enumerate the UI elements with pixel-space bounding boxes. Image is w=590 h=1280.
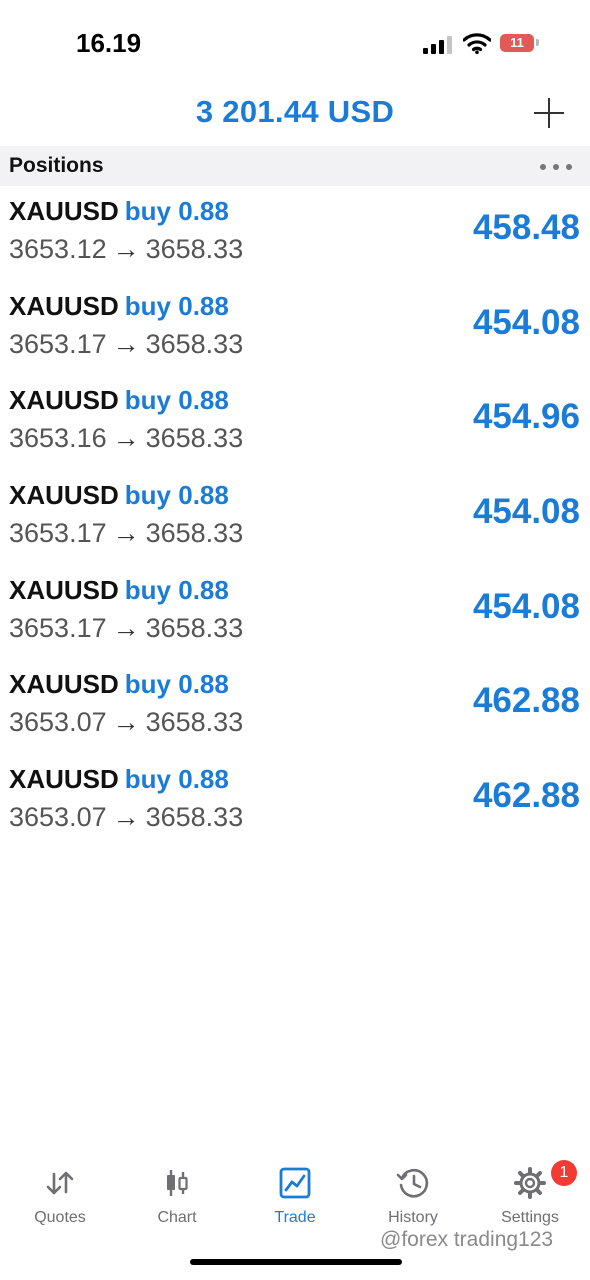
position-profit: 454.08 (472, 492, 580, 532)
open-price: 3653.07 (9, 707, 107, 738)
position-profit: 454.08 (472, 302, 580, 342)
wifi-icon (463, 33, 491, 54)
position-row[interactable]: XAUUSD buy 0.88 3653.17 → 3658.33 454.08 (0, 470, 590, 565)
position-type-volume: buy 0.88 (124, 290, 229, 321)
open-price: 3653.17 (9, 612, 107, 643)
position-symbol: XAUUSD (9, 480, 119, 511)
position-profit: 458.48 (472, 208, 580, 247)
position-symbol: XAUUSD (9, 574, 119, 605)
tab-history[interactable]: History (354, 1150, 472, 1240)
gear-icon (514, 1167, 546, 1199)
tab-quotes[interactable]: Quotes (1, 1150, 119, 1240)
position-row[interactable]: XAUUSD buy 0.88 3653.07 → 3658.33 462.88 (0, 659, 590, 754)
add-order-button[interactable] (528, 92, 570, 134)
open-price: 3653.17 (9, 518, 107, 549)
position-type-volume: buy 0.88 (124, 385, 229, 416)
header: 3 201.44 USD (0, 80, 590, 146)
position-symbol: XAUUSD (9, 669, 119, 700)
status-bar: 16.19 11 (0, 0, 590, 80)
position-row[interactable]: XAUUSD buy 0.88 3653.17 → 3658.33 454.08 (0, 281, 590, 376)
positions-list: XAUUSD buy 0.88 3653.12 → 3658.33 458.48 XA… (0, 186, 590, 849)
position-row[interactable]: XAUUSD buy 0.88 3653.12 → 3658.33 458.48 (0, 186, 590, 281)
tab-label: Trade (274, 1209, 316, 1226)
current-price: 3658.33 (145, 518, 244, 549)
open-price: 3653.16 (9, 423, 107, 454)
battery-nub (536, 39, 539, 46)
notification-badge: 1 (551, 1160, 577, 1186)
position-type-volume: buy 0.88 (124, 574, 229, 605)
open-price: 3653.07 (9, 802, 107, 833)
arrow-right-icon: → (112, 802, 140, 833)
current-price: 3658.33 (145, 234, 244, 264)
trade-line-chart-icon (279, 1167, 311, 1199)
battery-icon: 11 (500, 34, 534, 52)
tab-chart[interactable]: Chart (118, 1150, 236, 1240)
position-row[interactable]: XAUUSD buy 0.88 3653.16 → 3658.33 454.96 (0, 375, 590, 470)
arrow-right-icon: → (112, 707, 140, 738)
battery-level: 11 (510, 35, 524, 50)
cellular-signal-icon (423, 36, 453, 54)
position-row[interactable]: XAUUSD buy 0.88 3653.17 → 3658.33 454.08 (0, 565, 590, 660)
tab-label: Settings (501, 1209, 559, 1226)
position-symbol: XAUUSD (9, 290, 119, 321)
tab-trade[interactable]: Trade (236, 1150, 354, 1240)
watermark: @forex trading123 (380, 1228, 554, 1251)
arrow-right-icon: → (112, 423, 140, 454)
history-clock-icon (396, 1168, 429, 1198)
arrow-right-icon: → (112, 234, 140, 264)
more-options-button[interactable] (536, 158, 576, 174)
current-price: 3658.33 (145, 612, 244, 643)
position-symbol: XAUUSD (9, 764, 119, 795)
current-price: 3658.33 (145, 802, 244, 833)
candlestick-chart-icon (167, 1170, 188, 1196)
position-profit: 462.88 (472, 681, 580, 721)
more-dots-icon (540, 164, 546, 170)
section-title: Positions (9, 154, 104, 177)
position-symbol: XAUUSD (9, 196, 119, 226)
quotes-sort-arrows-icon (46, 1171, 74, 1195)
arrow-right-icon: → (112, 328, 140, 359)
home-indicator (190, 1259, 402, 1265)
current-price: 3658.33 (145, 707, 244, 738)
position-symbol: XAUUSD (9, 385, 119, 416)
tab-label: Quotes (34, 1209, 86, 1226)
tab-settings[interactable]: 1 Settings (471, 1150, 589, 1240)
position-profit: 462.88 (472, 776, 580, 816)
tab-label: Chart (157, 1209, 197, 1226)
current-price: 3658.33 (145, 423, 244, 454)
account-balance: 3 201.44 USD (195, 94, 395, 129)
position-profit: 454.96 (472, 397, 580, 437)
position-type-volume: buy 0.88 (124, 669, 229, 700)
arrow-right-icon: → (112, 518, 140, 549)
open-price: 3653.17 (9, 328, 107, 359)
tab-label: History (388, 1209, 438, 1226)
position-type-volume: buy 0.88 (124, 480, 229, 511)
status-time: 16.19 (76, 28, 142, 58)
arrow-right-icon: → (112, 612, 140, 643)
position-profit: 454.08 (472, 586, 580, 626)
current-price: 3658.33 (145, 328, 244, 359)
position-row[interactable]: XAUUSD buy 0.88 3653.07 → 3658.33 462.88 (0, 754, 590, 849)
position-type-volume: buy 0.88 (124, 764, 229, 795)
position-type-volume: buy 0.88 (124, 196, 229, 226)
open-price: 3653.12 (9, 234, 107, 264)
positions-section-header: Positions (0, 146, 590, 186)
